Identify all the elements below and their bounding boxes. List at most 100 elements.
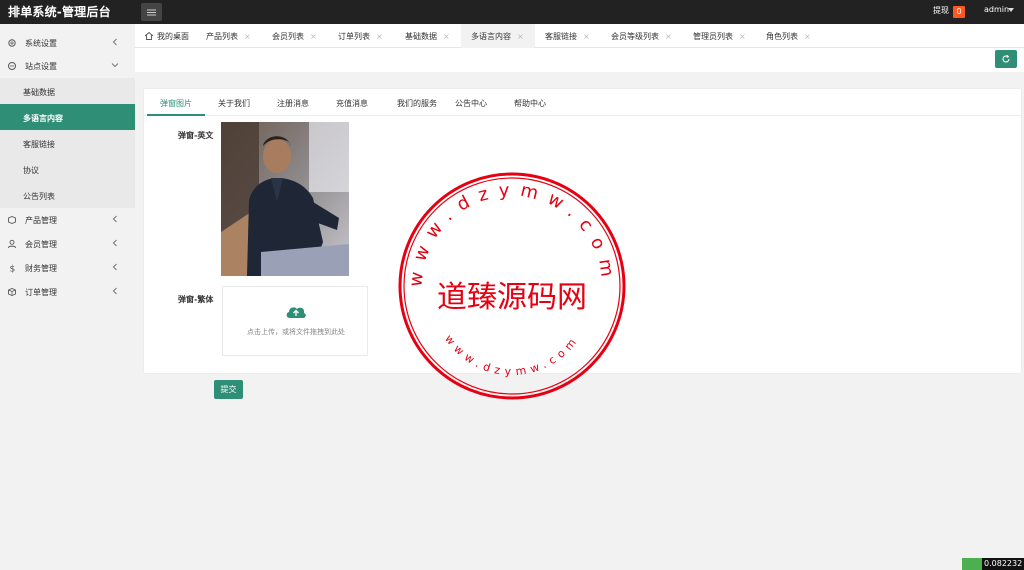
close-icon[interactable]: ×	[583, 32, 590, 41]
tab-service-link[interactable]: 客服链接 ×	[545, 24, 590, 48]
tab-label: 会员等级列表	[611, 32, 659, 41]
sidebar-item-label: 产品管理	[25, 216, 57, 225]
sidebar-item-finance[interactable]: $ 财务管理	[0, 256, 135, 280]
tab-recharge-message[interactable]: 充值消息	[327, 89, 377, 116]
sidebar-item-orders[interactable]: 订单管理	[0, 280, 135, 304]
tab-about-us[interactable]: 关于我们	[209, 89, 259, 116]
order-icon	[8, 288, 16, 296]
tab-member-list[interactable]: 会员列表 ×	[272, 24, 317, 48]
close-icon[interactable]: ×	[517, 32, 524, 41]
sidebar-item-system-settings[interactable]: 系统设置	[0, 31, 135, 55]
tab-bar: 我的桌面 产品列表 × 会员列表 × 订单列表 × 基础数据 × 多语言内容 × 客服链接…	[135, 24, 1024, 48]
withdraw-count-badge: 0	[953, 6, 965, 18]
sidebar-item-products[interactable]: 产品管理	[0, 208, 135, 232]
refresh-button[interactable]	[995, 50, 1017, 68]
tab-help-center[interactable]: 帮助中心	[505, 89, 555, 116]
upload-hint: 点击上传，或将文件拖拽到此处	[247, 328, 345, 336]
tab-label: 基础数据	[405, 32, 437, 41]
stamp-bottom-text: www.dzymw.com	[442, 332, 577, 378]
user-icon	[8, 239, 16, 249]
sidebar-sub-service-link[interactable]: 客服链接	[0, 130, 135, 156]
sidebar-item-label: 订单管理	[25, 288, 57, 297]
sidebar-item-label: 财务管理	[25, 264, 57, 273]
svg-text:$: $	[10, 265, 16, 274]
sidebar-item-label: 会员管理	[25, 240, 57, 249]
tab-label: 客服链接	[545, 32, 577, 41]
chevron-left-icon	[112, 239, 117, 247]
sidebar-sub-label: 基础数据	[23, 88, 55, 97]
close-icon[interactable]: ×	[376, 32, 383, 41]
chevron-left-icon	[112, 263, 117, 271]
tab-multilang-content[interactable]: 多语言内容 ×	[461, 24, 535, 48]
hamburger-icon	[147, 11, 156, 13]
sidebar-sub-basic-data[interactable]: 基础数据	[0, 78, 135, 104]
tab-popup-image[interactable]: 弹窗图片	[147, 89, 205, 116]
menu-toggle-button[interactable]	[141, 3, 162, 21]
cloud-upload-icon	[286, 307, 306, 318]
tab-my-desktop[interactable]: 我的桌面	[144, 24, 189, 48]
sidebar-sub-agreement[interactable]: 协议	[0, 156, 135, 182]
tab-notice-center[interactable]: 公告中心	[446, 89, 496, 116]
tab-order-list[interactable]: 订单列表 ×	[338, 24, 383, 48]
sidebar-item-label: 系统设置	[25, 39, 57, 48]
field-label-popup-tw: 弹窗-繁体	[178, 295, 214, 304]
toolbar-strip	[135, 48, 1024, 72]
stamp-graphic: www.dzymw.com 道臻源码网 www.dzymw.com	[398, 172, 626, 400]
close-icon[interactable]: ×	[804, 32, 811, 41]
tab-admin-list[interactable]: 管理员列表 ×	[693, 24, 746, 48]
tab-label: 管理员列表	[693, 32, 733, 41]
tab-product-list[interactable]: 产品列表 ×	[206, 24, 251, 48]
sidebar-sub-multilang[interactable]: 多语言内容	[0, 104, 135, 130]
app-title: 排单系统-管理后台	[8, 5, 111, 19]
tab-register-message[interactable]: 注册消息	[268, 89, 318, 116]
sidebar-item-site-settings[interactable]: 站点设置	[0, 54, 135, 78]
popup-image-preview[interactable]	[221, 122, 349, 276]
chevron-left-icon	[112, 38, 117, 46]
tab-label: 会员列表	[272, 32, 304, 41]
chevron-down-icon	[111, 63, 119, 68]
caret-down-icon[interactable]	[1008, 8, 1014, 12]
tab-label: 我的桌面	[157, 32, 189, 41]
field-label-popup-en: 弹窗-英文	[178, 131, 214, 140]
tab-basic-data[interactable]: 基础数据 ×	[405, 24, 450, 48]
sidebar-item-members[interactable]: 会员管理	[0, 232, 135, 256]
gear-icon	[8, 39, 16, 47]
sidebar: 系统设置 站点设置 基础数据 多语言内容 客服链接 协议 公告列表 产品管理 会…	[0, 24, 135, 570]
sidebar-sub-label: 公告列表	[23, 192, 55, 201]
chevron-left-icon	[112, 287, 117, 295]
sidebar-sub-label: 多语言内容	[23, 114, 63, 123]
leaf-icon	[962, 558, 982, 570]
svg-text:www.dzymw.com: www.dzymw.com	[442, 332, 582, 378]
debug-value: 0.082232	[984, 559, 1023, 568]
debug-chip: 0.082232	[962, 558, 1024, 570]
tab-member-level-list[interactable]: 会员等级列表 ×	[611, 24, 672, 48]
user-menu[interactable]: admin	[984, 5, 1009, 14]
site-icon	[8, 62, 16, 70]
sidebar-sub-label: 协议	[23, 166, 39, 175]
tab-label: 产品列表	[206, 32, 238, 41]
man-portrait-image	[221, 122, 349, 276]
sidebar-sub-notice-list[interactable]: 公告列表	[0, 182, 135, 208]
tab-role-list[interactable]: 角色列表 ×	[766, 24, 811, 48]
stamp-top-text: www.dzymw.com	[405, 180, 609, 288]
svg-text:www.dzymw.com: www.dzymw.com	[405, 180, 619, 288]
chevron-left-icon	[112, 215, 117, 223]
submit-button[interactable]: 提交	[214, 380, 243, 399]
close-icon[interactable]: ×	[739, 32, 746, 41]
sidebar-sub-label: 客服链接	[23, 140, 55, 149]
withdraw-link[interactable]: 提现	[933, 5, 949, 16]
sidebar-item-label: 站点设置	[25, 62, 57, 71]
tab-label: 角色列表	[766, 32, 798, 41]
file-upload-dropzone[interactable]: 点击上传，或将文件拖拽到此处	[222, 286, 368, 356]
close-icon[interactable]: ×	[244, 32, 251, 41]
tab-label: 多语言内容	[471, 32, 511, 41]
close-icon[interactable]: ×	[310, 32, 317, 41]
stamp-center-text: 道臻源码网	[437, 280, 587, 315]
content-tabs: 弹窗图片 关于我们 注册消息 充值消息 我们的服务 公告中心 帮助中心	[144, 89, 1021, 116]
tab-our-services[interactable]: 我们的服务	[386, 89, 448, 116]
close-icon[interactable]: ×	[665, 32, 672, 41]
home-icon	[144, 31, 154, 40]
watermark-stamp: www.dzymw.com 道臻源码网 www.dzymw.com	[396, 170, 628, 402]
close-icon[interactable]: ×	[443, 32, 450, 41]
dollar-icon: $	[10, 265, 16, 274]
